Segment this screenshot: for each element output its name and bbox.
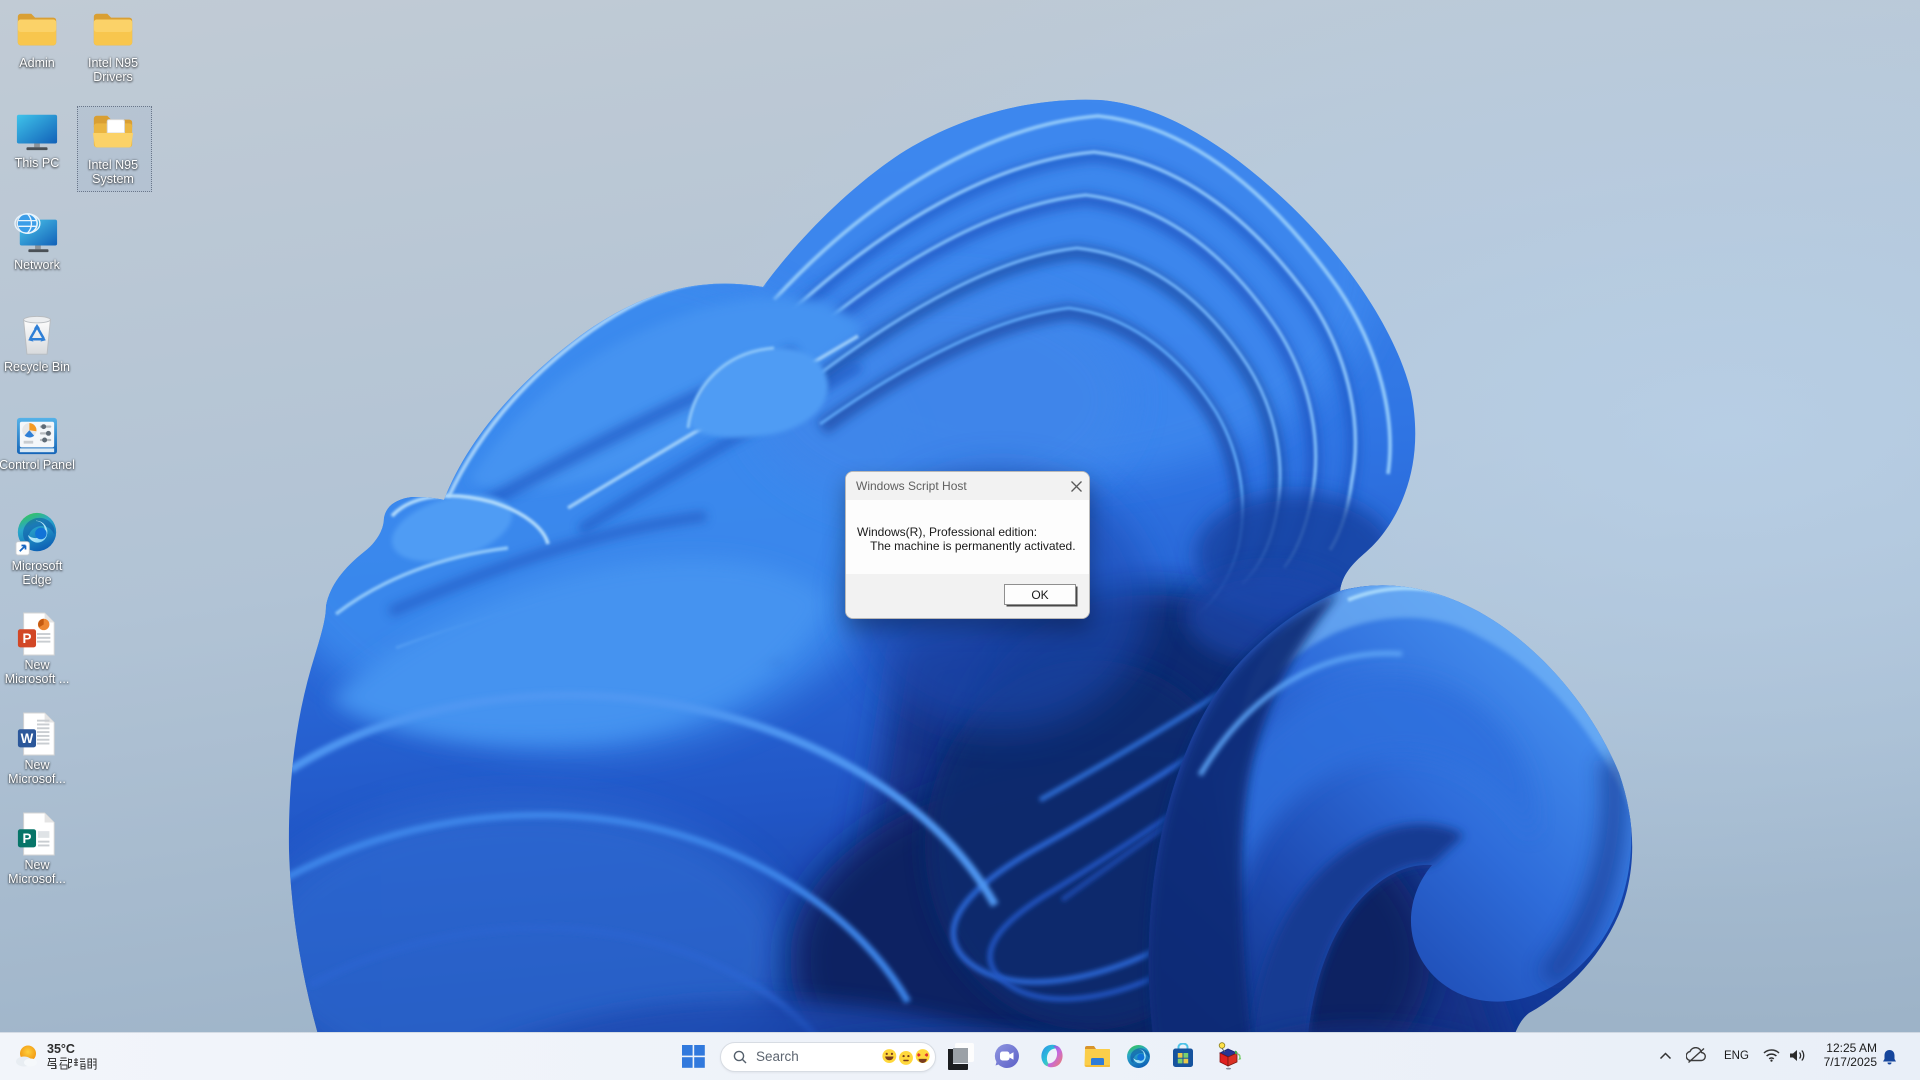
svg-text:P: P — [23, 631, 32, 646]
svg-text:P: P — [23, 831, 32, 846]
svg-text:W: W — [21, 731, 34, 746]
